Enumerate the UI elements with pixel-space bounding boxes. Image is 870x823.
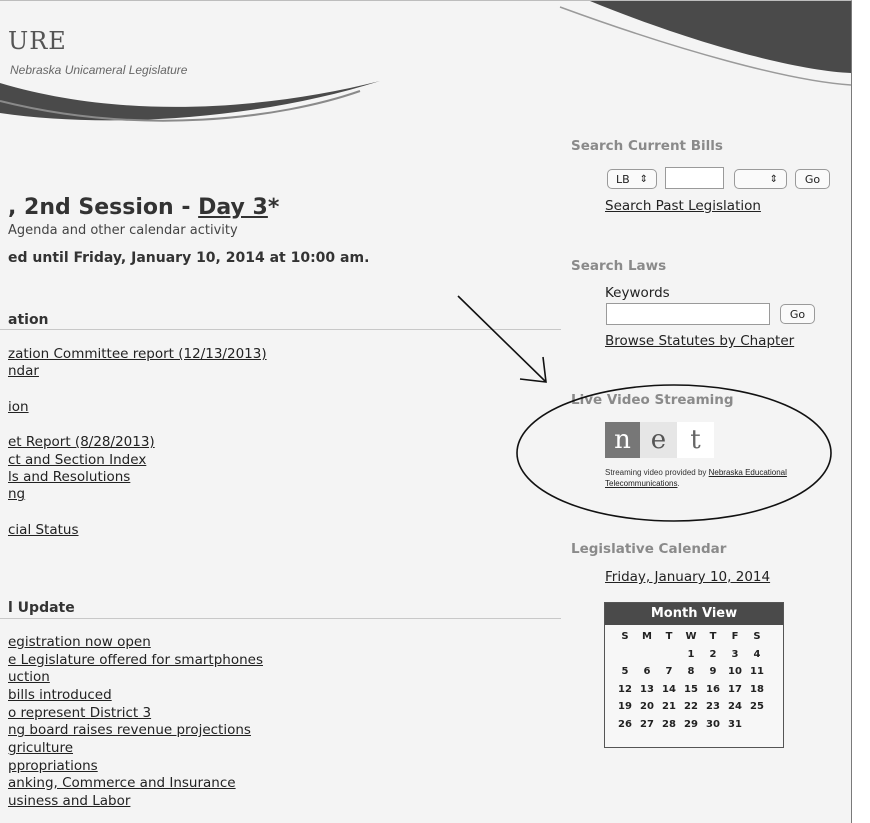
annotation-ellipse [516, 384, 832, 522]
annotation-overlay [457, 295, 832, 522]
browser-page: URE Nebraska Unicameral Legislature , 2n… [0, 0, 852, 823]
annotation-arrow-line [457, 295, 547, 383]
